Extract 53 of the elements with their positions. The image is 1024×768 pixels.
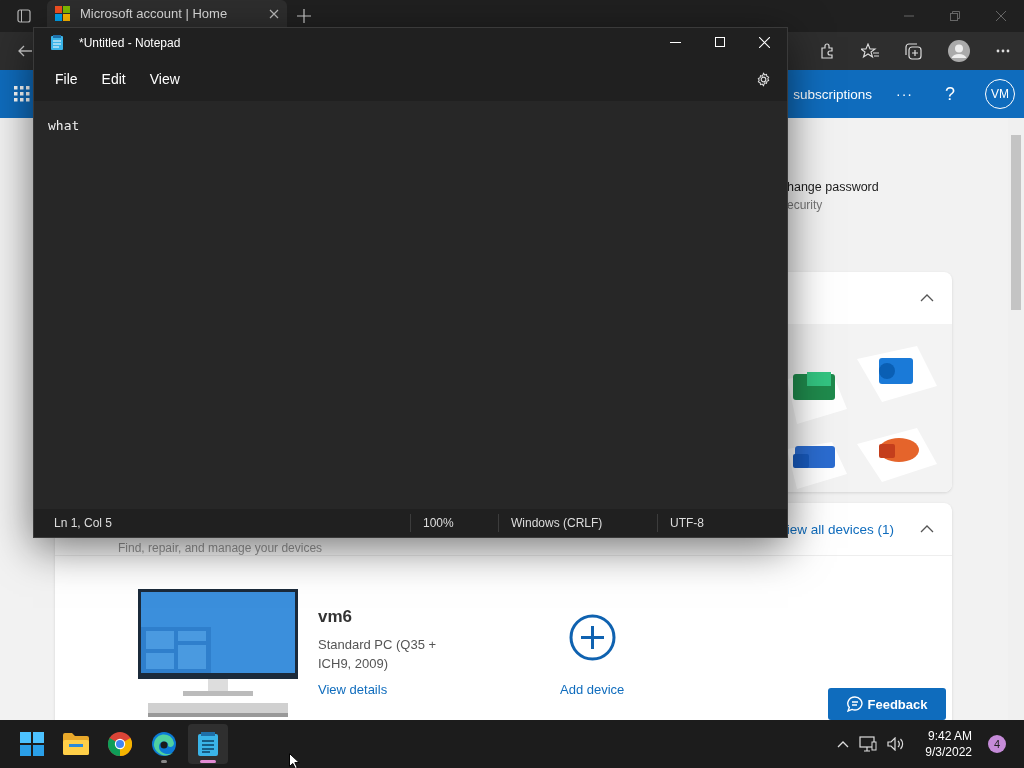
volume-icon[interactable] [887, 737, 906, 751]
add-icon[interactable] [568, 614, 616, 661]
security-subtitle: ecurity [787, 198, 824, 212]
more-button[interactable]: ··· [896, 86, 913, 102]
taskbar-app[interactable] [188, 724, 228, 764]
tab-actions-icon[interactable] [17, 9, 31, 23]
browser-icon [108, 732, 132, 756]
menu-item[interactable]: View [140, 66, 189, 92]
nav-link[interactable]: subscriptions [793, 86, 872, 102]
collections-icon[interactable] [905, 42, 922, 60]
view-all-devices-link[interactable]: iew all devices (1) [786, 521, 894, 537]
new-tab-icon[interactable] [297, 9, 311, 23]
devices-subtitle: Find, repair, and manage your devices [118, 541, 323, 555]
clock-time[interactable]: 9:42 AM [927, 728, 972, 744]
four-squares-icon [55, 6, 70, 21]
status-text: Windows (CRLF) [498, 514, 657, 532]
notepad-icon [51, 35, 63, 50]
window-title: *Untitled - Notepad [79, 35, 181, 50]
app-launcher-icon[interactable] [14, 86, 30, 102]
maximize-icon[interactable] [715, 37, 725, 47]
network-icon[interactable] [859, 735, 878, 753]
cursor-icon [289, 753, 300, 768]
device-name: vm6 [318, 607, 354, 627]
folder-icon [63, 733, 89, 755]
status-text: UTF-8 [657, 514, 787, 532]
security-link[interactable]: hange password [787, 180, 952, 194]
profile-icon[interactable] [948, 40, 970, 62]
status-text: 100% [410, 514, 498, 532]
settings-icon[interactable] [756, 71, 771, 87]
browser-tab[interactable]: Microsoft account | Home [47, 0, 287, 27]
device-model: Standard PC (Q35 + ICH9, 2009) [318, 636, 438, 673]
chevron-icon[interactable] [920, 525, 934, 533]
menu-item[interactable]: File [46, 66, 87, 92]
back-icon[interactable] [18, 45, 32, 57]
editor-text: what [48, 118, 80, 133]
restore-icon[interactable] [950, 11, 960, 21]
clock-date[interactable]: 9/3/2022 [925, 744, 972, 760]
help-button[interactable]: ? [945, 83, 955, 105]
notepad-icon [198, 732, 218, 756]
menu-item[interactable]: Edit [92, 66, 135, 92]
more-icon[interactable] [996, 49, 1010, 53]
status-text: Ln 1, Col 5 [53, 515, 114, 532]
feedback-button[interactable]: Feedback [828, 688, 946, 720]
notification-badge[interactable]: 4 [988, 735, 1006, 753]
browser-icon [152, 732, 176, 756]
view-details-link[interactable]: View details [318, 682, 468, 697]
chevron-icon[interactable] [920, 294, 934, 302]
puzzle-icon[interactable] [819, 43, 835, 59]
start-icon [20, 732, 44, 756]
add-device-link[interactable]: Add device [560, 682, 625, 697]
close-icon[interactable] [269, 8, 279, 19]
chat-icon [846, 696, 863, 712]
favorites-icon[interactable] [861, 43, 879, 59]
